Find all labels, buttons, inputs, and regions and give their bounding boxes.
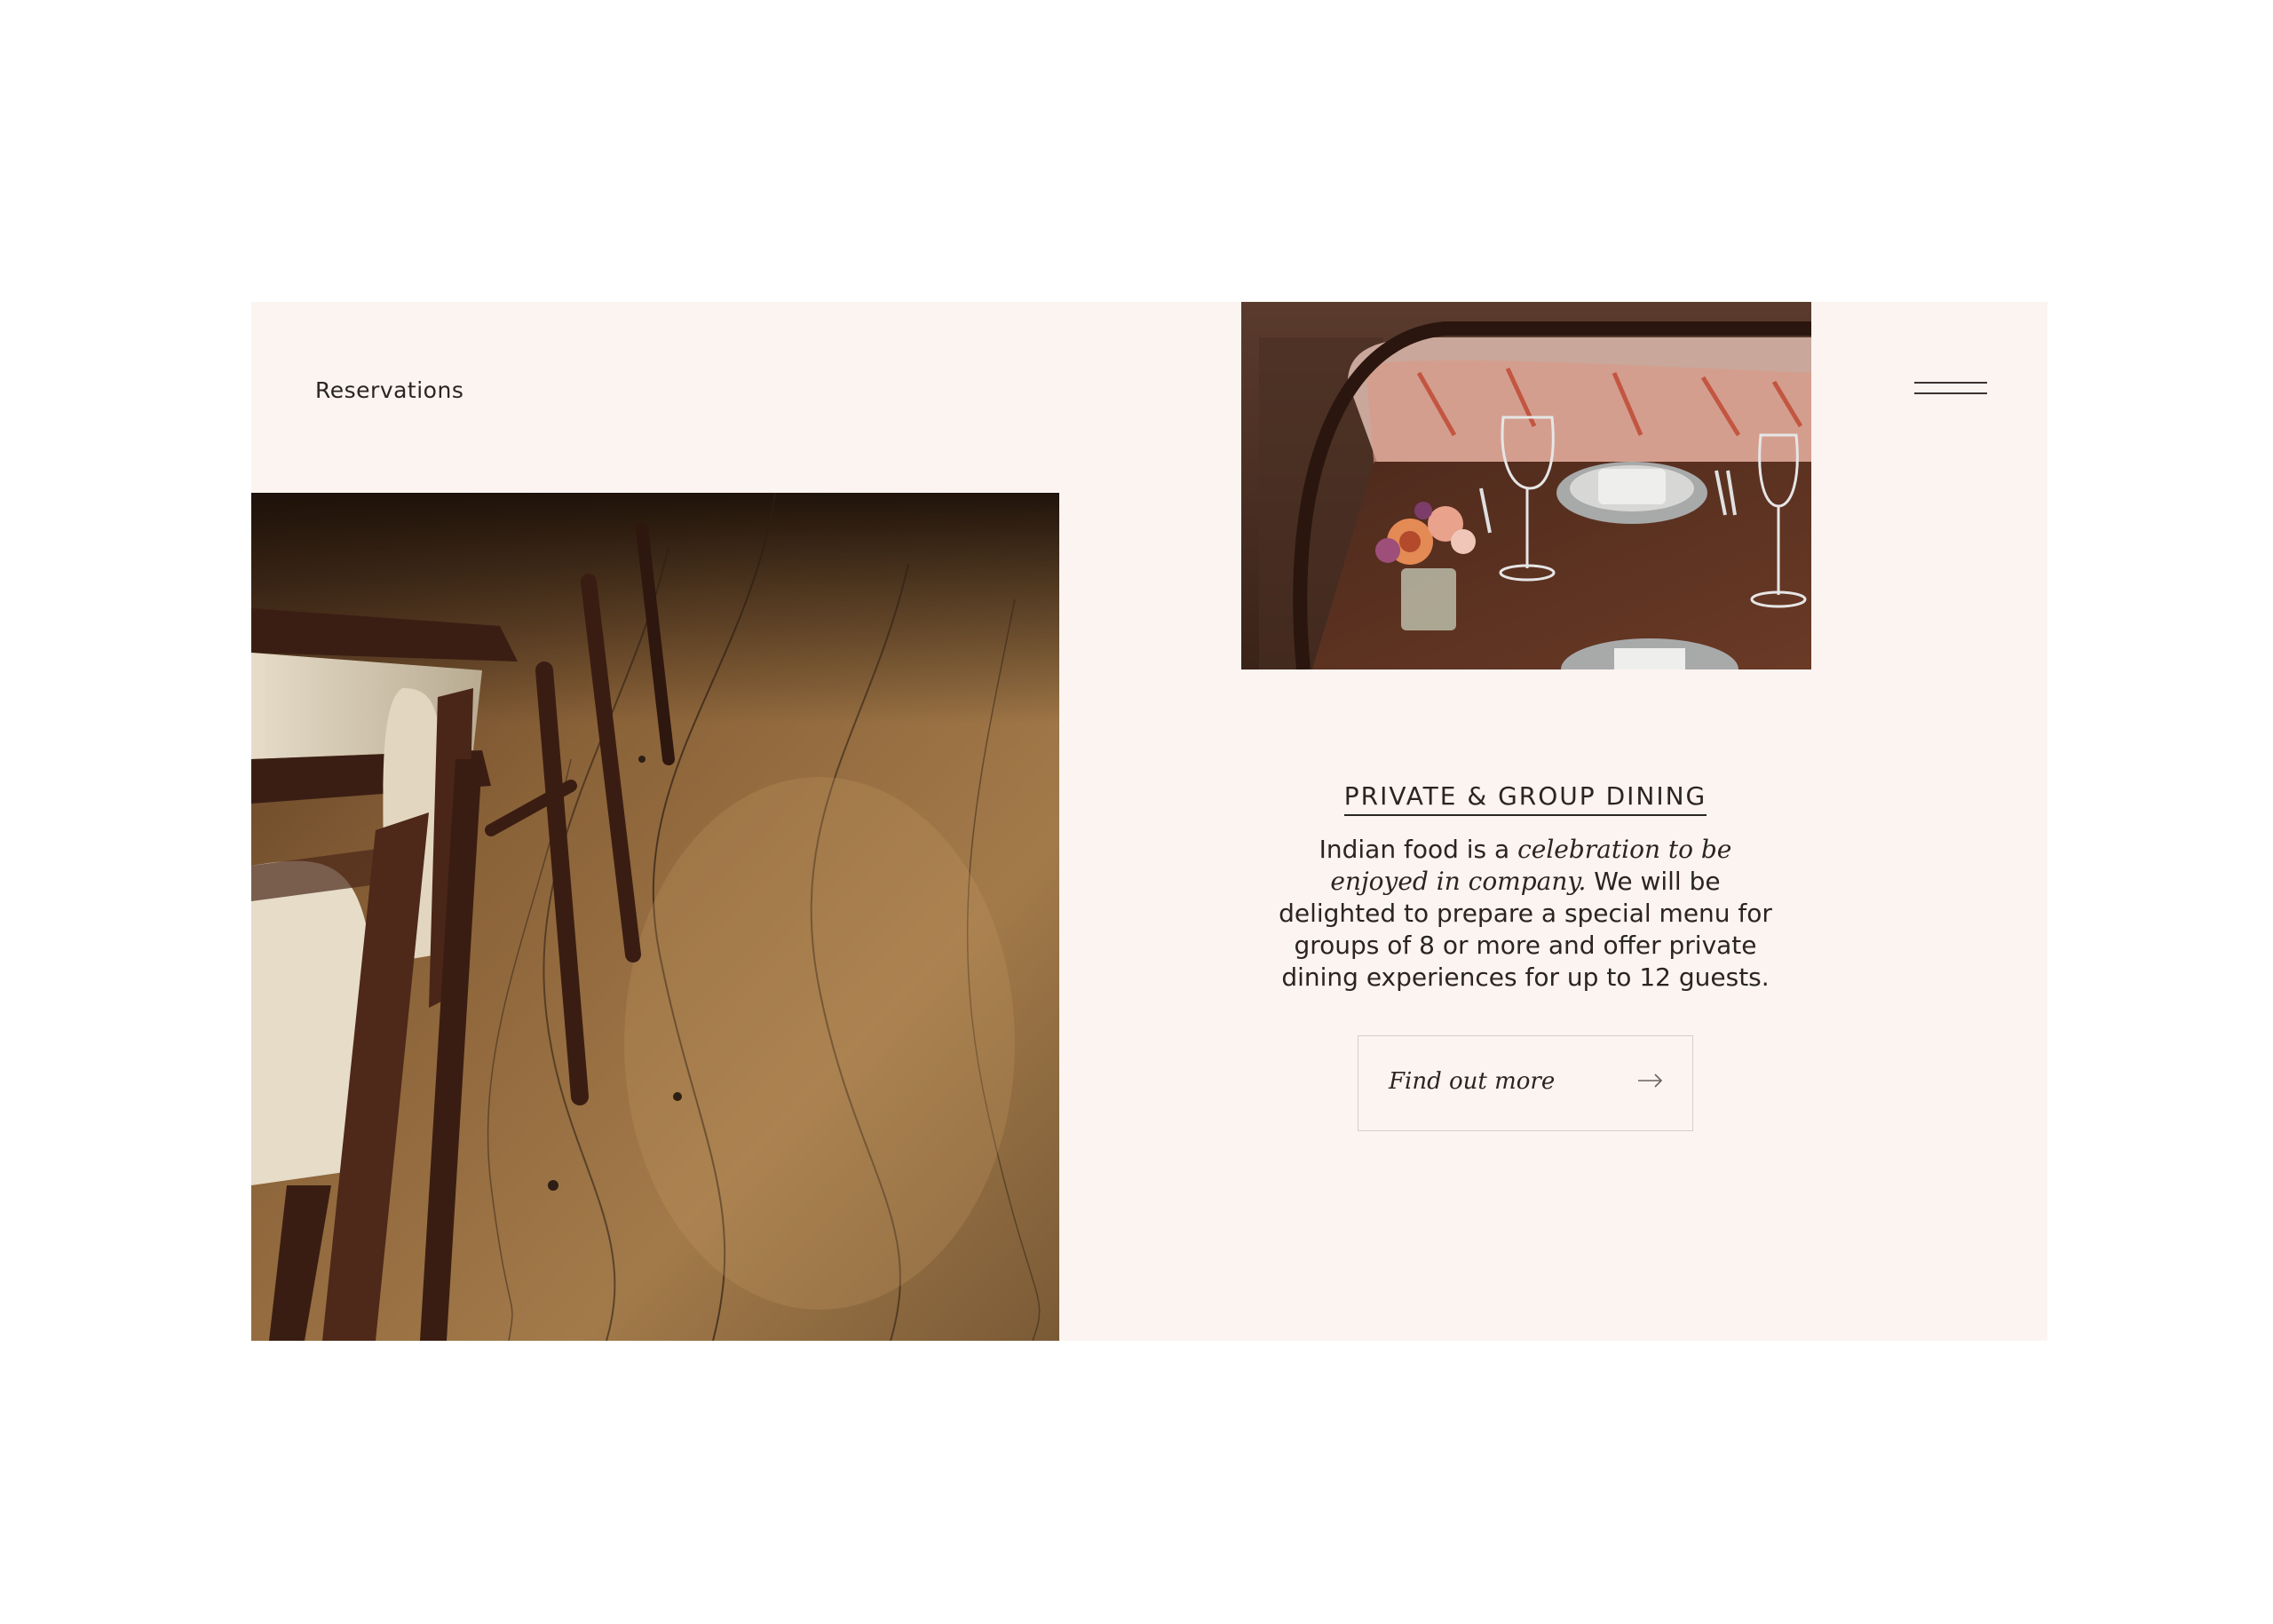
reservations-link[interactable]: Reservations xyxy=(315,377,463,403)
table-setting-photo xyxy=(1241,302,1811,669)
menu-bar-bottom xyxy=(1914,392,1987,394)
find-out-more-button[interactable]: Find out more xyxy=(1358,1035,1693,1131)
restaurant-chairs-photo xyxy=(251,493,1059,1341)
hamburger-menu-icon[interactable] xyxy=(1914,382,1987,401)
section-title: PRIVATE & GROUP DINING xyxy=(1343,781,1707,816)
section-description: Indian food is a celebration to be enjoy… xyxy=(1268,834,1783,994)
arrow-right-icon xyxy=(1638,1073,1663,1088)
dining-content: PRIVATE & GROUP DINING Indian food is a … xyxy=(1237,781,1814,994)
description-text-1: Indian food is a xyxy=(1319,835,1518,864)
find-out-more-label: Find out more xyxy=(1389,1068,1556,1095)
page: Reservations PRIVATE & GROUP DINING Indi… xyxy=(0,0,2273,1624)
private-dining-panel: Reservations PRIVATE & GROUP DINING Indi… xyxy=(251,302,2047,1341)
menu-bar-top xyxy=(1914,382,1987,384)
